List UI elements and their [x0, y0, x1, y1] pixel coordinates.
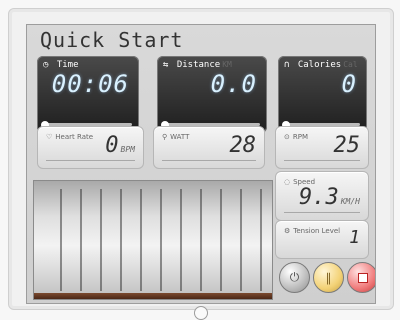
- speed-value: 9.3 KM/H: [298, 185, 360, 210]
- calories-label: ∩ Calories Cal: [284, 60, 358, 70]
- stop-icon: [357, 272, 368, 283]
- watt-value: 28: [229, 133, 257, 158]
- treadmill-slats: [42, 189, 264, 291]
- watt-divider: [162, 160, 256, 161]
- heart-rate-divider: [46, 160, 135, 161]
- time-value: 00:06: [51, 70, 129, 98]
- rpm-tile: ⊙ RPM 25: [275, 126, 369, 169]
- watt-label: ⚲ WATT: [162, 133, 190, 141]
- heart-rate-value: 0 BPM: [105, 133, 135, 158]
- watt-icon: ⚲: [162, 133, 168, 141]
- distance-value: 0.0: [210, 70, 257, 98]
- distance-icon: ⇆: [163, 60, 169, 70]
- speed-divider: [284, 212, 360, 213]
- page-title: Quick Start: [40, 28, 184, 52]
- tension-label: ⚙ Tension Level: [284, 227, 341, 235]
- power-button[interactable]: ⏻: [279, 262, 310, 293]
- tension-value: 1: [349, 227, 360, 248]
- clock-icon: ◷: [43, 60, 49, 70]
- calorie-icon: ∩: [284, 60, 290, 70]
- home-button[interactable]: [194, 306, 208, 320]
- time-label: ◷ Time: [43, 60, 79, 70]
- tension-tile: ⚙ Tension Level 1: [275, 220, 369, 259]
- speed-tile: ◌ Speed 9.3 KM/H: [275, 171, 369, 221]
- rpm-value: 25: [333, 133, 361, 158]
- pause-button[interactable]: ∥: [313, 262, 344, 293]
- treadmill-belt: [33, 180, 273, 300]
- calories-value: 0: [341, 70, 357, 98]
- heart-icon: ♡: [46, 133, 53, 141]
- app-screen: Quick Start ◷ Time 00:06 ⇆ Distance KM 0.…: [26, 24, 376, 304]
- time-display: ◷ Time 00:06: [37, 56, 139, 133]
- rpm-label: ⊙ RPM: [284, 133, 308, 141]
- stop-button[interactable]: [347, 262, 375, 293]
- distance-display: ⇆ Distance KM 0.0: [157, 56, 267, 133]
- power-icon: ⏻: [289, 270, 300, 284]
- speed-icon: ◌: [284, 178, 291, 186]
- heart-rate-tile: ♡ Heart Rate 0 BPM: [37, 126, 144, 169]
- distance-label: ⇆ Distance KM: [163, 60, 232, 70]
- tension-icon: ⚙: [284, 227, 291, 235]
- rpm-divider: [284, 160, 360, 161]
- rpm-icon: ⊙: [284, 133, 290, 141]
- treadmill-base: [34, 293, 272, 299]
- tablet-device: Quick Start ◷ Time 00:06 ⇆ Distance KM 0.…: [0, 0, 400, 320]
- watt-tile: ⚲ WATT 28: [153, 126, 265, 169]
- heart-rate-label: ♡ Heart Rate: [46, 133, 94, 141]
- pause-icon: ∥: [325, 270, 332, 285]
- calories-display: ∩ Calories Cal 0: [278, 56, 367, 133]
